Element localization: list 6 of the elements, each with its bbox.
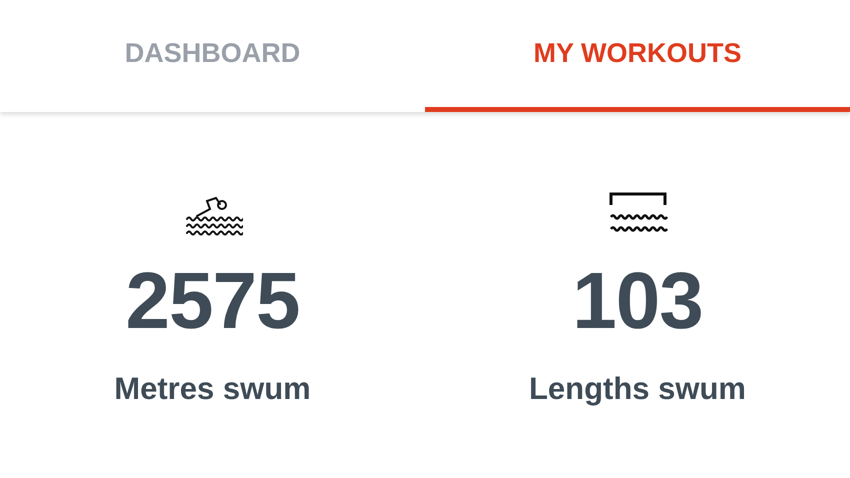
stat-label: Metres swum xyxy=(114,371,311,407)
stat-value: 103 xyxy=(572,261,703,341)
tab[interactable]: MY WORKOUTS xyxy=(425,0,850,112)
tab[interactable]: DASHBOARD xyxy=(0,0,425,112)
stat-value: 2575 xyxy=(126,261,300,341)
stat-label: Lengths swum xyxy=(528,371,746,407)
